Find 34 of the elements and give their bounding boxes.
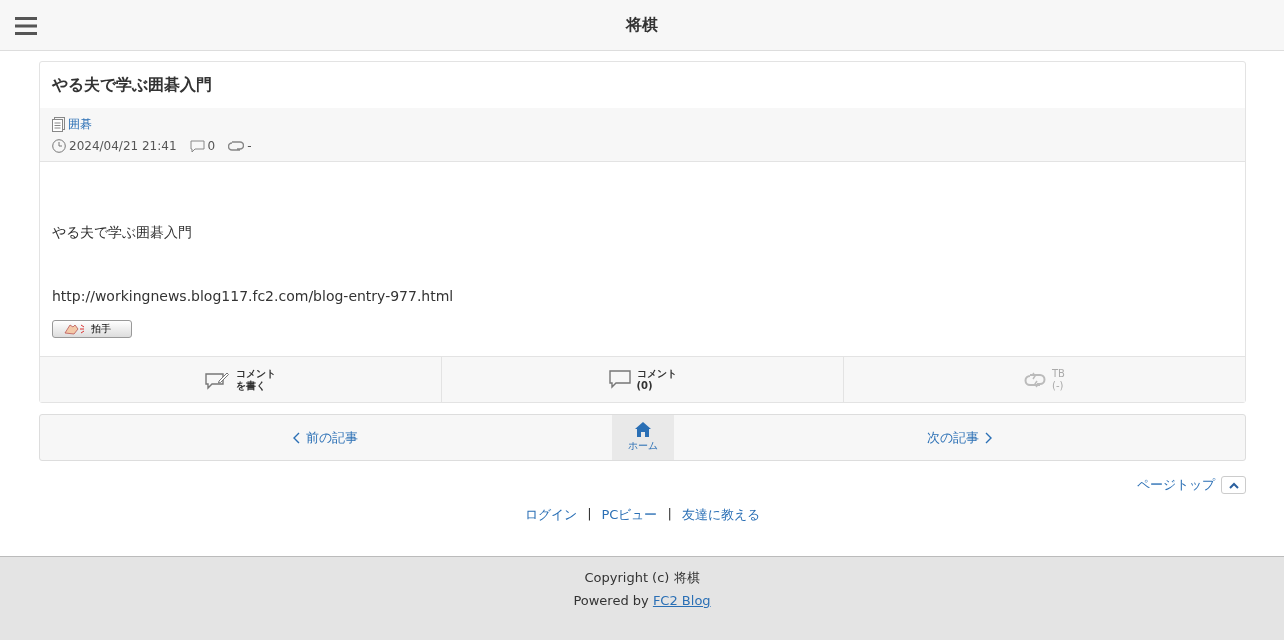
menu-icon[interactable] xyxy=(15,17,37,35)
comment-icon xyxy=(608,370,631,389)
separator: | xyxy=(587,506,592,523)
document-icon xyxy=(52,117,65,132)
body-text: やる夫で学ぶ囲碁入門 xyxy=(52,223,193,242)
comment-icon xyxy=(189,139,205,153)
footer-link[interactable]: ログイン xyxy=(525,506,578,524)
next-article-link[interactable]: 次の記事 xyxy=(673,415,1245,460)
blog-title[interactable]: 将棋 xyxy=(626,14,658,36)
clock-icon xyxy=(52,139,66,153)
page-top-button[interactable] xyxy=(1221,476,1246,494)
fc2-blog-link[interactable]: FC2 Blog xyxy=(652,593,711,608)
write-comment-button[interactable]: コメント を書く xyxy=(40,357,442,402)
separator: | xyxy=(667,506,672,523)
powered-by-text: Powered by xyxy=(573,593,649,608)
comments-button[interactable]: コメント (0) xyxy=(442,357,844,402)
chevron-up-icon xyxy=(1228,481,1239,489)
page-top-link[interactable]: ページトップ xyxy=(1137,476,1215,494)
clap-button[interactable]: 拍手 xyxy=(52,320,132,338)
chevron-right-icon xyxy=(984,431,992,444)
trackback-count: - xyxy=(247,139,252,153)
body-url: http://workingnews.blog117.fc2.com/blog-entry-977.html xyxy=(52,287,455,304)
clap-label: 拍手 xyxy=(91,322,111,336)
post-date: 2024/04/21 21:41 xyxy=(69,139,177,153)
chevron-left-icon xyxy=(293,431,301,444)
footer-link[interactable]: PCビュー xyxy=(601,506,658,524)
category-link[interactable]: 囲碁 xyxy=(68,116,92,133)
copyright-text: Copyright (c) 将棋 xyxy=(584,569,700,587)
home-icon xyxy=(634,422,651,437)
article-title: やる夫で学ぶ囲碁入門 xyxy=(51,74,213,96)
footer-link[interactable]: 友達に教える xyxy=(681,506,760,524)
home-button[interactable]: ホーム xyxy=(611,415,674,460)
comment-count: 0 xyxy=(207,139,216,153)
previous-article-link[interactable]: 前の記事 xyxy=(40,415,612,460)
